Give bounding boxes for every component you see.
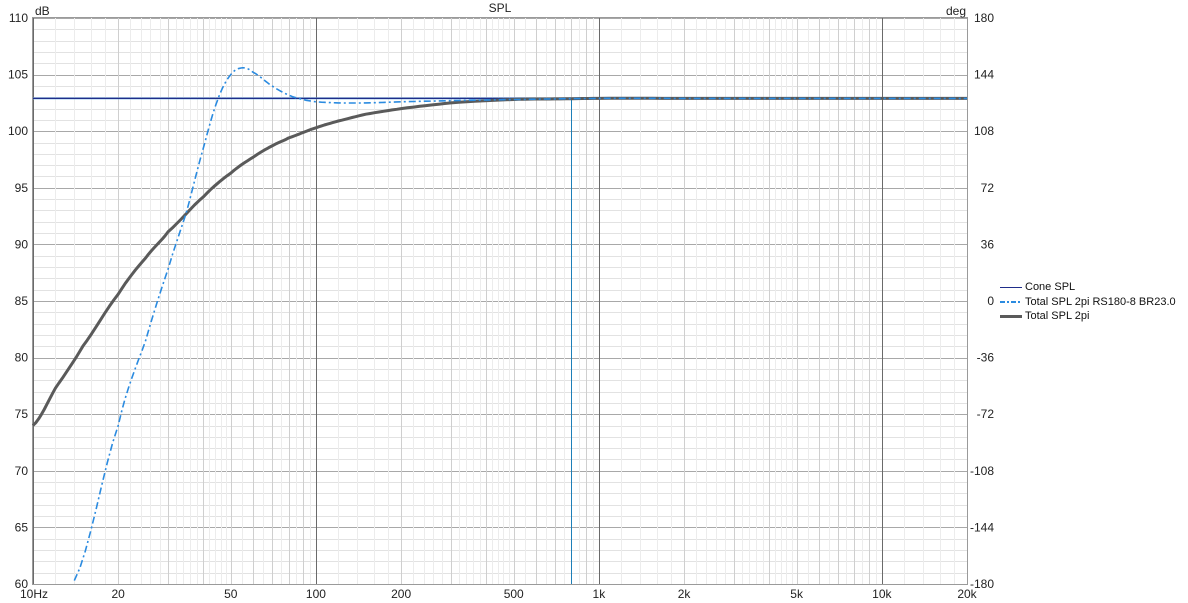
y-tick-label-left: 110 (9, 11, 28, 25)
legend-swatch (1000, 300, 1022, 303)
legend-item: Total SPL 2pi (1000, 309, 1176, 324)
y-tick-label-left: 90 (15, 237, 29, 251)
legend-item: Cone SPL (1000, 280, 1176, 295)
y-tick-label-right: -108 (970, 464, 994, 478)
y-tick-label-right: 0 (987, 294, 994, 308)
legend-label: Total SPL 2pi RS180-8 BR23.0 (1025, 295, 1176, 308)
y-tick-label-right: -144 (970, 520, 994, 534)
x-tick-label: 200 (391, 587, 411, 601)
y-tick-label-right: 72 (981, 181, 995, 195)
x-tick-label: 10k (872, 587, 892, 601)
legend-item: Total SPL 2pi RS180-8 BR23.0 (1000, 295, 1176, 310)
y-axis-unit-right: deg (946, 4, 966, 18)
y-tick-label-left: 60 (15, 577, 29, 591)
y-tick-label-right: -180 (970, 577, 994, 591)
y-tick-label-left: 70 (15, 464, 29, 478)
y-tick-label-left: 105 (8, 68, 28, 82)
legend-swatch (1000, 286, 1022, 288)
x-tick-label: 500 (504, 587, 524, 601)
y-tick-label-right: 36 (981, 237, 995, 251)
x-tick-label: 20 (111, 587, 125, 601)
chart-title: SPL (489, 1, 512, 15)
y-tick-label-left: 95 (15, 181, 29, 195)
y-axis-unit-left: dB (35, 4, 50, 18)
x-tick-label: 1k (593, 587, 607, 601)
legend-swatch (1000, 314, 1022, 318)
y-tick-label-left: 75 (15, 407, 29, 421)
x-tick-label: 5k (790, 587, 804, 601)
y-tick-label-right: -36 (977, 351, 995, 365)
legend-label: Total SPL 2pi (1025, 310, 1090, 323)
y-tick-label-left: 85 (15, 294, 29, 308)
x-tick-label: 100 (306, 587, 326, 601)
y-tick-label-left: 65 (15, 520, 29, 534)
y-tick-label-right: 144 (974, 68, 994, 82)
y-tick-label-right: 180 (974, 11, 994, 25)
legend: Cone SPL Total SPL 2pi RS180-8 BR23.0 Tota… (1000, 280, 1176, 324)
y-tick-label-right: -72 (977, 407, 995, 421)
y-tick-label-right: 108 (974, 124, 994, 138)
x-tick-label: 2k (678, 587, 692, 601)
y-tick-label-left: 80 (15, 351, 29, 365)
legend-label: Cone SPL (1025, 281, 1076, 294)
y-tick-label-left: 100 (8, 124, 28, 138)
series-line-2 (31, 96, 967, 427)
grid (33, 18, 968, 585)
x-tick-label: 50 (224, 587, 238, 601)
